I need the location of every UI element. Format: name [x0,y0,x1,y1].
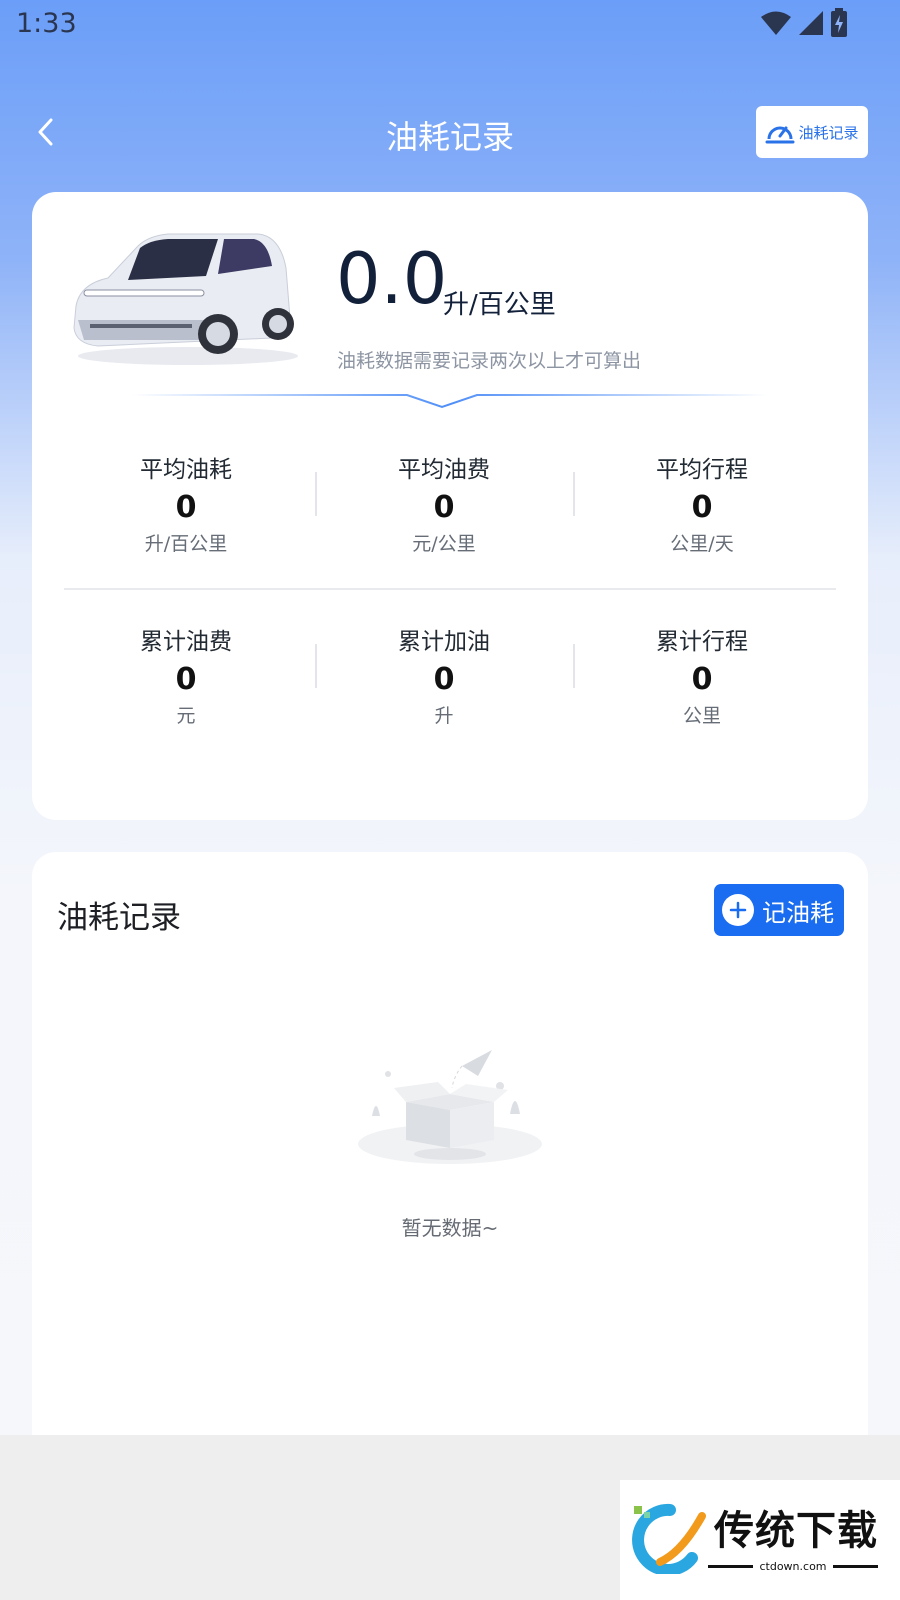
watermark: 传统下载 ctdown.com [620,1480,900,1600]
stat-avg-fuel-cost: 平均油费 0 元/公里 [315,448,573,558]
stat-value: 0 [691,490,713,525]
stat-total-refuel: 累计加油 0 升 [315,620,573,730]
fuel-record-chip[interactable]: 油耗记录 [756,106,868,158]
plus-icon [722,894,754,926]
status-bar: 1:33 [0,0,900,50]
total-stats-row: 累计油费 0 元 累计加油 0 升 累计行程 0 公里 [32,620,868,730]
stat-value: 0 [175,490,197,525]
empty-state-text: 暂无数据~ [401,1216,499,1240]
status-time: 1:33 [16,8,77,39]
stat-value: 0 [433,662,455,697]
stat-unit: 公里/天 [670,533,734,555]
consumption-hint: 油耗数据需要记录两次以上才可算出 [337,350,642,372]
average-stats-row: 平均油耗 0 升/百公里 平均油费 0 元/公里 平均行程 0 公里/天 [32,448,868,558]
stat-value: 0 [175,662,197,697]
stat-unit: 升/百公里 [144,533,228,555]
signal-icon [799,11,823,35]
consumption-unit: 升/百公里 [443,290,556,320]
watermark-bar [708,1565,754,1568]
stat-unit: 公里 [682,705,721,727]
stat-label: 累计行程 [656,629,748,655]
consumption-value: 0.0 [336,238,448,320]
car-image [73,233,298,365]
watermark-domain: ctdown.com [759,1560,827,1573]
watermark-text: 传统下载 [714,1508,878,1554]
watermark-sub: ctdown.com [708,1560,878,1573]
empty-box-illustration [358,1050,542,1164]
add-fuel-record-button[interactable]: 记油耗 [714,884,844,936]
stat-label: 平均油费 [398,457,490,483]
section-divider [132,394,768,409]
stat-unit: 元 [176,705,196,727]
stat-label: 平均行程 [656,457,748,483]
stat-unit: 元/公里 [412,533,476,555]
stat-avg-mileage: 平均行程 0 公里/天 [573,448,831,558]
stats-divider [64,588,836,590]
records-title: 油耗记录 [57,900,181,936]
fuel-record-chip-label: 油耗记录 [798,123,859,142]
stat-total-mileage: 累计行程 0 公里 [573,620,831,730]
stat-label: 累计加油 [398,629,490,655]
status-icons [760,8,848,38]
wifi-icon [761,11,791,35]
stat-total-fuel-cost: 累计油费 0 元 [57,620,315,730]
app-screen: 1:33 油耗记录 油耗记录 0.0 升/百公里 油耗数据需要记录两次以上才可算… [0,0,900,1435]
watermark-bar [832,1565,878,1568]
stat-label: 累计油费 [140,629,232,655]
fuel-records-card: 油耗记录 记油耗 暂无数据~ [32,852,868,1435]
gauge-icon [765,126,795,144]
stat-value: 0 [691,662,713,697]
fuel-summary-card: 0.0 升/百公里 油耗数据需要记录两次以上才可算出 平均油耗 0 升/百公里 … [32,192,868,820]
watermark-logo [632,1503,706,1574]
stat-value: 0 [433,490,455,525]
nav-bar: 油耗记录 油耗记录 [0,100,900,166]
add-fuel-record-label: 记油耗 [762,898,834,927]
battery-charging-icon [831,8,847,37]
stat-label: 平均油耗 [140,457,232,483]
stat-avg-consumption: 平均油耗 0 升/百公里 [57,448,315,558]
stat-unit: 升 [434,705,454,727]
